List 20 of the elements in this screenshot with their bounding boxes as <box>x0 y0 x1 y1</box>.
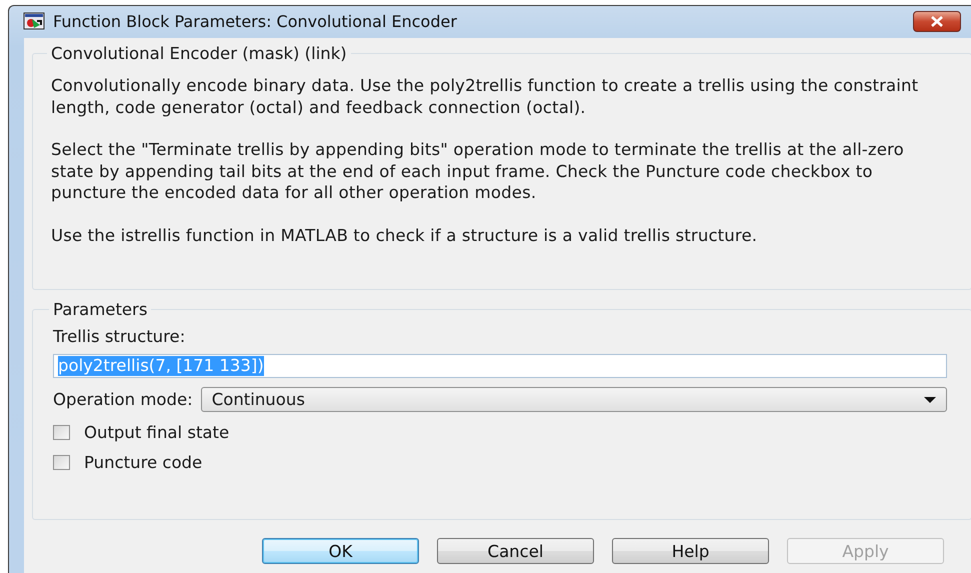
checkbox[interactable] <box>53 425 70 440</box>
description-paragraph: Use the istrellis function in MATLAB to check if a structure is a valid trellis structure. <box>51 224 758 246</box>
group-title: Convolutional Encoder (mask) (link) <box>50 44 348 63</box>
dialog-button[interactable]: Help <box>612 538 769 564</box>
description-paragraph: Convolutionally encode binary data. Use the poly2trellis function to create a trellis using the constraint length, code generator (octal) and feedback connection (octal). <box>51 75 920 118</box>
dialog-button[interactable]: Cancel <box>437 538 594 564</box>
window-title: Function Block Parameters: Convolutional Encoder <box>53 12 457 30</box>
checkbox[interactable] <box>53 455 70 470</box>
description-paragraph: Select the "Terminate trellis by appending bits" operation mode to terminate the trellis at the all-zero state by appending tail bits at the end of each input frame. Check the Puncture code checkbox to puncture the encoded data for all other operation modes. <box>51 139 905 204</box>
dropdown[interactable]: Continuous <box>200 387 947 412</box>
group-title: Parameters <box>52 300 148 319</box>
checkbox-label: Puncture code <box>84 453 202 472</box>
caret-icon <box>924 396 936 402</box>
close-icon <box>930 16 944 26</box>
close-button[interactable] <box>913 10 961 32</box>
field-label: Operation mode: <box>53 390 193 409</box>
field-label: Trellis structure: <box>53 327 186 346</box>
checkbox-label: Output final state <box>84 423 230 442</box>
app-icon <box>23 12 45 30</box>
dialog-button[interactable]: OK <box>262 538 419 564</box>
